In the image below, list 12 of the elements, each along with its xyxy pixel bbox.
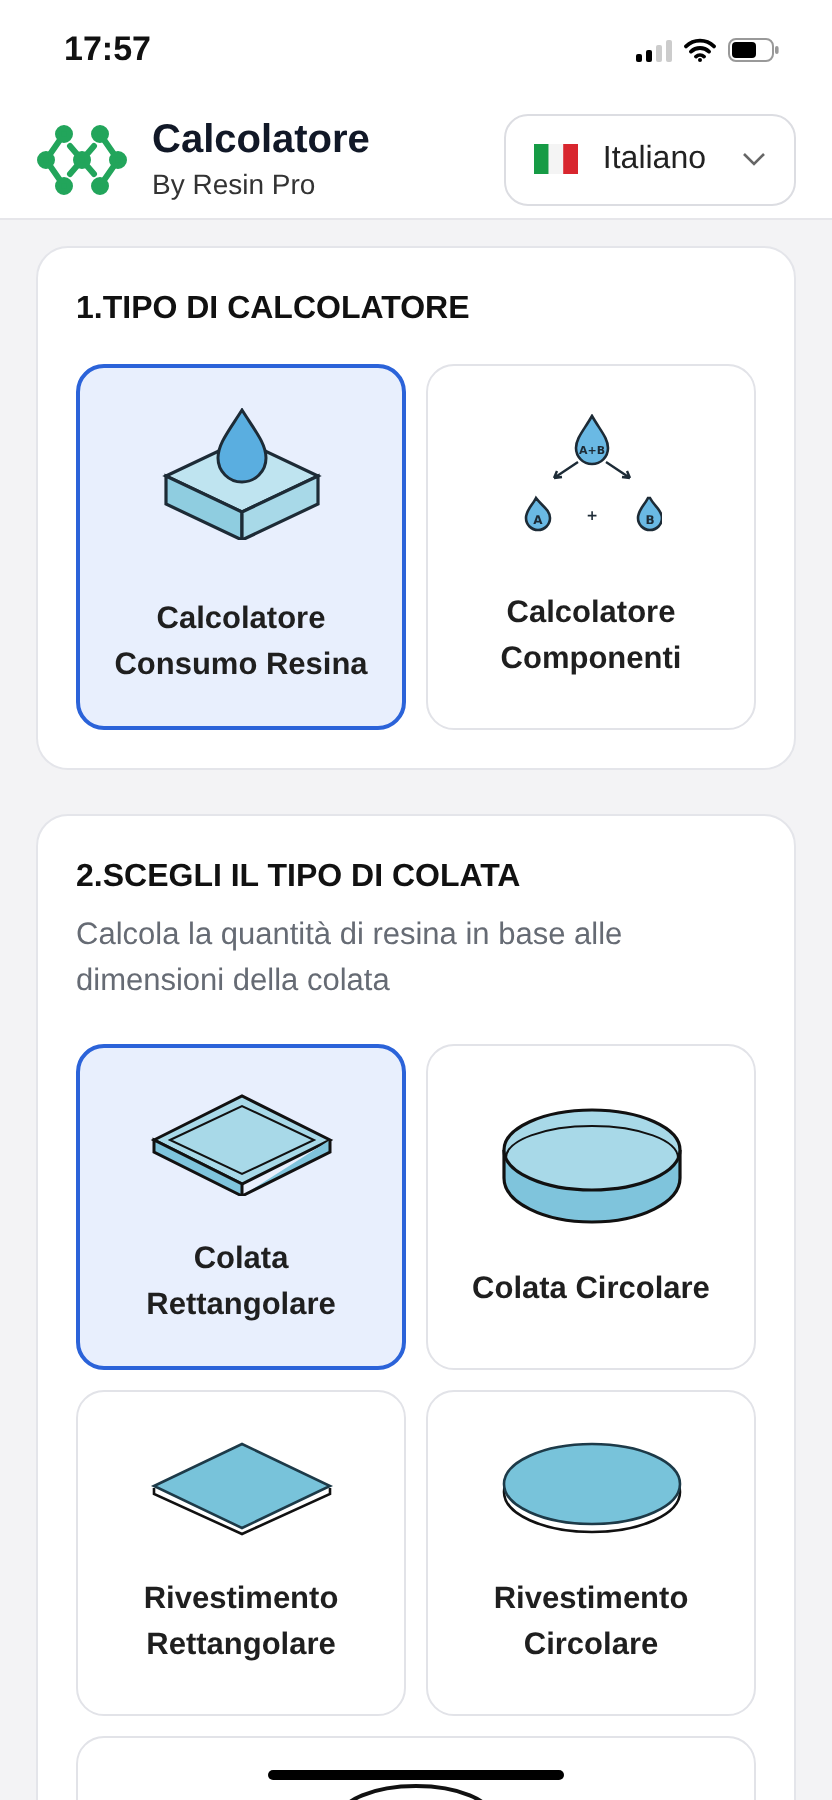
status-time: 17:57	[64, 30, 151, 70]
option-tile[interactable]: Calcolatore Consumo Resina	[76, 364, 406, 730]
option-tile[interactable]: Rivestimento Circolare	[426, 1390, 756, 1716]
option-tile[interactable]: Colata Rettangolare	[76, 1044, 406, 1370]
option-tile[interactable]: Colata Circolare	[426, 1044, 756, 1370]
language-dropdown[interactable]: Italiano	[504, 113, 796, 205]
section-description: Calcola la quantità di resina in base alle dimensioni della colata	[76, 916, 625, 1002]
section-title: 2.SCEGLI IL TIPO DI COLATA	[76, 860, 523, 896]
app-subtitle: By Resin Pro	[152, 168, 318, 200]
section-title: 1.TIPO DI CALCOLATORE	[76, 292, 472, 328]
app-title: Calcolatore	[152, 118, 372, 164]
option-tile[interactable]: Rivestimento Rettangolare	[76, 1390, 406, 1716]
